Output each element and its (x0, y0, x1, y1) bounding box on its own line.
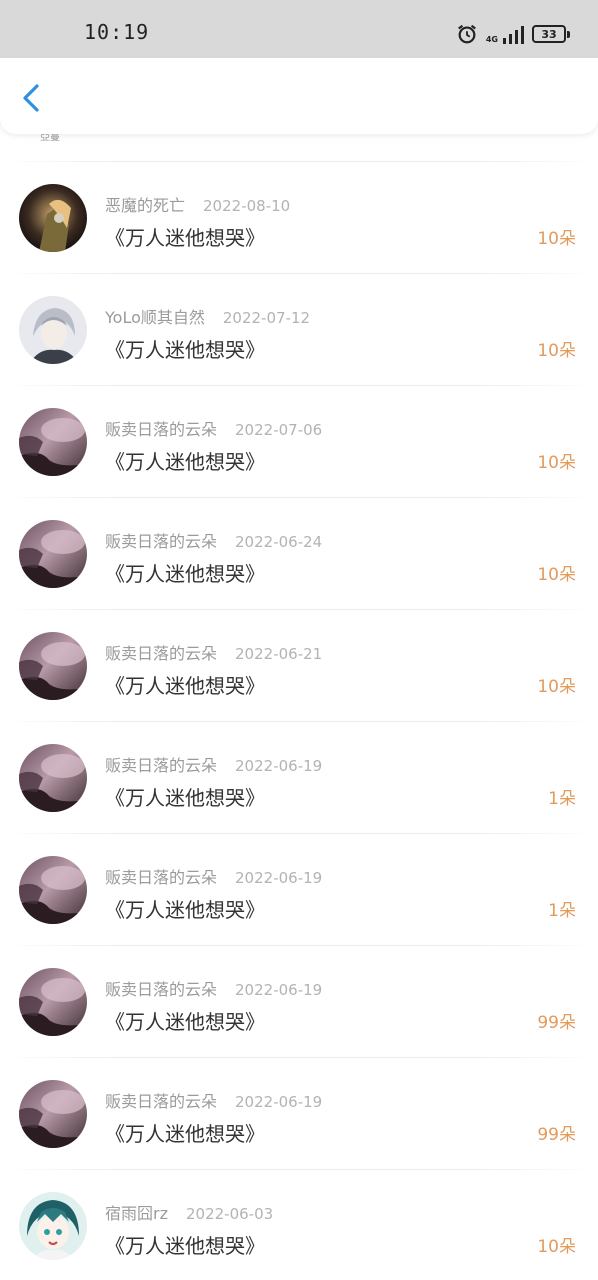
partial-text: 亞蔓 (40, 134, 60, 143)
username[interactable]: 贩卖日落的云朵 (105, 1088, 217, 1112)
avatar-silver-hair[interactable] (19, 296, 87, 364)
username[interactable]: 贩卖日落的云朵 (105, 752, 217, 776)
date: 2022-06-21 (235, 645, 323, 663)
book-title[interactable]: 《万人迷他想哭》 (105, 894, 265, 923)
date: 2022-06-19 (235, 981, 323, 999)
username[interactable]: 贩卖日落的云朵 (105, 976, 217, 1000)
list-item-3[interactable]: 贩卖日落的云朵 2022-07-06 《万人迷他想哭》 10朵 (0, 386, 598, 498)
date: 2022-06-19 (235, 869, 323, 887)
date: 2022-07-12 (222, 309, 311, 327)
flower-count: 1朵 (548, 901, 576, 921)
book-title[interactable]: 《万人迷他想哭》 (105, 782, 265, 811)
list-item-5[interactable]: 贩卖日落的云朵 2022-06-21 《万人迷他想哭》 10朵 (0, 610, 598, 722)
user-line: 贩卖日落的云朵 2022-06-19 (105, 976, 322, 1000)
username[interactable]: 贩卖日落的云朵 (105, 528, 217, 552)
user-line: 贩卖日落的云朵 2022-06-19 (105, 864, 322, 888)
book-title[interactable]: 《万人迷他想哭》 (105, 1230, 265, 1259)
date: 2022-06-19 (235, 757, 323, 775)
avatar-sunset-cloud[interactable] (19, 1080, 87, 1148)
list-item-10[interactable]: 宿雨囧rz 2022-06-03 《万人迷他想哭》 10朵 (0, 1170, 598, 1280)
user-line: 贩卖日落的云朵 2022-06-21 (105, 640, 322, 664)
user-line: 贩卖日落的云朵 2022-06-24 (105, 528, 322, 552)
back-button[interactable] (14, 80, 50, 116)
date: 2022-06-19 (235, 1093, 323, 1111)
list-item-2[interactable]: YoLo顺其自然 2022-07-12 《万人迷他想哭》 10朵 (0, 274, 598, 386)
status-time: 10:19 (84, 20, 150, 44)
book-title[interactable]: 《万人迷他想哭》 (105, 1118, 265, 1147)
avatar-sunset-cloud[interactable] (19, 856, 87, 924)
username[interactable]: 贩卖日落的云朵 (105, 864, 217, 888)
username[interactable]: 恶魔的死亡 (105, 192, 185, 216)
avatar-sunset-cloud[interactable] (19, 744, 87, 812)
flower-count: 99朵 (537, 1013, 576, 1033)
flower-count: 10朵 (537, 453, 576, 473)
list-item-9[interactable]: 贩卖日落的云朵 2022-06-19 《万人迷他想哭》 99朵 (0, 1058, 598, 1170)
list-item-8[interactable]: 贩卖日落的云朵 2022-06-19 《万人迷他想哭》 99朵 (0, 946, 598, 1058)
username[interactable]: 贩卖日落的云朵 (105, 416, 217, 440)
flower-count: 10朵 (537, 1237, 576, 1257)
date: 2022-08-10 (203, 197, 291, 215)
date: 2022-07-06 (235, 421, 323, 439)
network-type: 4G (485, 35, 498, 44)
battery-level: 33 (541, 27, 557, 41)
avatar-teal-anime[interactable] (19, 1192, 87, 1260)
user-line: 贩卖日落的云朵 2022-06-19 (105, 752, 322, 776)
flower-count: 10朵 (537, 565, 576, 585)
book-title[interactable]: 《万人迷他想哭》 (105, 670, 265, 699)
avatar-dark-art[interactable] (19, 184, 87, 252)
signal-icon: 4G (486, 24, 524, 44)
date: 2022-06-24 (235, 533, 323, 551)
book-title[interactable]: 《万人迷他想哭》 (105, 1006, 265, 1035)
user-line: YoLo顺其自然 2022-07-12 (105, 304, 310, 328)
book-title[interactable]: 《万人迷他想哭》 (105, 558, 265, 587)
flower-count: 1朵 (548, 789, 576, 809)
user-line: 贩卖日落的云朵 2022-07-06 (105, 416, 322, 440)
flower-count: 10朵 (537, 677, 576, 697)
avatar-sunset-cloud[interactable] (19, 968, 87, 1036)
book-title[interactable]: 《万人迷他想哭》 (105, 446, 265, 475)
book-title[interactable]: 《万人迷他想哭》 (105, 334, 265, 363)
book-title[interactable]: 《万人迷他想哭》 (105, 222, 265, 251)
username[interactable]: 贩卖日落的云朵 (105, 640, 217, 664)
user-line: 恶魔的死亡 2022-08-10 (105, 192, 290, 216)
flower-count: 10朵 (537, 341, 576, 361)
flower-count: 99朵 (537, 1125, 576, 1145)
battery-icon: 33 (532, 25, 570, 43)
list-item-7[interactable]: 贩卖日落的云朵 2022-06-19 《万人迷他想哭》 1朵 (0, 834, 598, 946)
gift-record-list: 亞蔓 恶魔的死亡 2022-08-10 《万人迷他想哭》 10朵 YoLo顺其自… (0, 134, 598, 1280)
avatar-sunset-cloud[interactable] (19, 520, 87, 588)
status-icons: 4G 33 (456, 20, 570, 48)
list-item-1[interactable]: 恶魔的死亡 2022-08-10 《万人迷他想哭》 10朵 (0, 162, 598, 274)
username[interactable]: YoLo顺其自然 (105, 304, 205, 328)
user-line: 宿雨囧rz 2022-06-03 (105, 1200, 273, 1224)
user-line: 贩卖日落的云朵 2022-06-19 (105, 1088, 322, 1112)
header (0, 58, 598, 134)
status-bar: 10:19 4G 33 (0, 0, 598, 58)
avatar-sunset-cloud[interactable] (19, 408, 87, 476)
partial-list-item: 亞蔓 (0, 134, 598, 162)
flower-count: 10朵 (537, 229, 576, 249)
list-item-4[interactable]: 贩卖日落的云朵 2022-06-24 《万人迷他想哭》 10朵 (0, 498, 598, 610)
username[interactable]: 宿雨囧rz (105, 1200, 168, 1224)
list-item-6[interactable]: 贩卖日落的云朵 2022-06-19 《万人迷他想哭》 1朵 (0, 722, 598, 834)
avatar-sunset-cloud[interactable] (19, 632, 87, 700)
date: 2022-06-03 (185, 1205, 274, 1223)
alarm-clock-icon (457, 24, 476, 44)
